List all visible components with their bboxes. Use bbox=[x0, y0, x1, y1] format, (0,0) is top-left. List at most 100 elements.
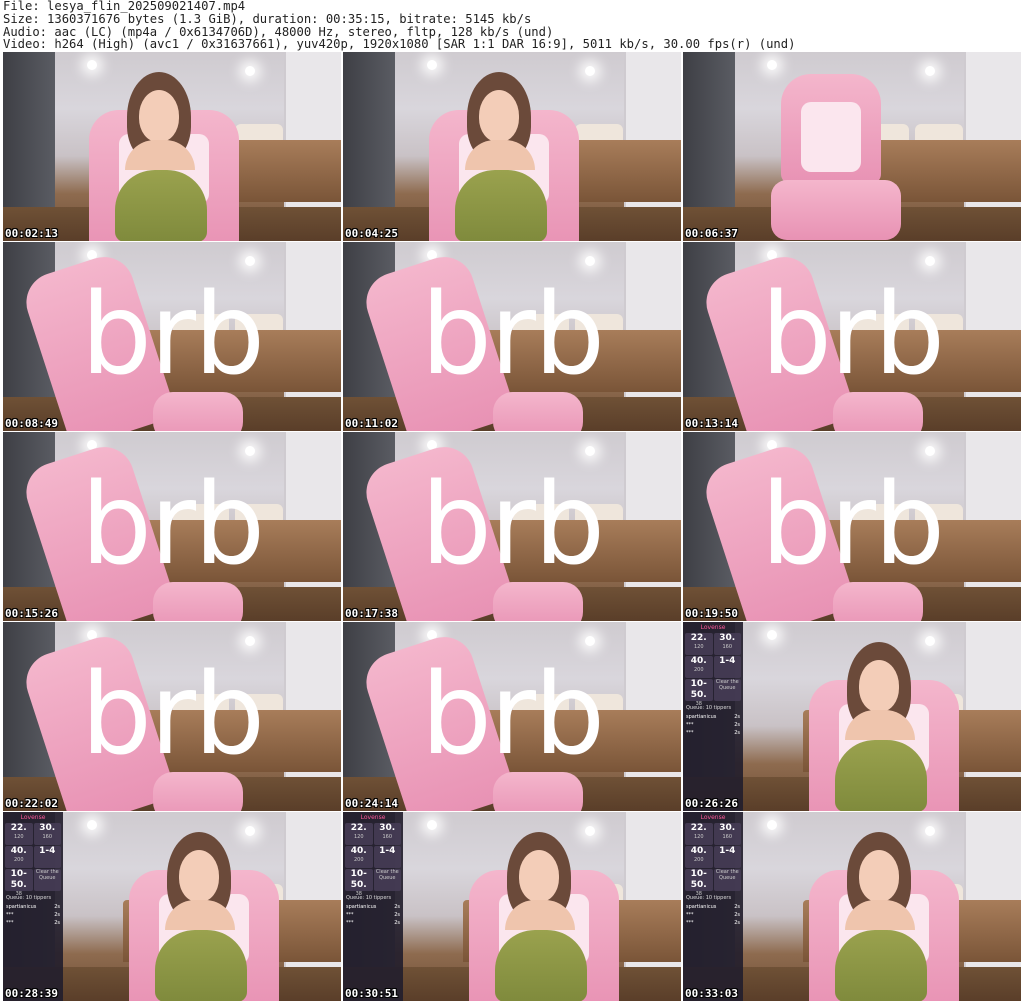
thumbnail-frame: brb 00:13:14 bbox=[683, 242, 1021, 431]
thumbnail-frame: Lovense 22. 120 30. 160 40. 200 1-4 10-50. 38 Clea… bbox=[683, 622, 1021, 811]
face bbox=[519, 850, 559, 902]
lamp-icon bbox=[767, 820, 777, 830]
thumbnail-frame: brb 00:24:14 bbox=[343, 622, 681, 811]
gaming-chair bbox=[781, 74, 881, 184]
lamp-icon bbox=[245, 636, 255, 646]
tip-menu-panel: Lovense 22. 120 30. 160 40. 200 1-4 10-50. 38 Clea… bbox=[3, 812, 63, 1001]
tip-level-cell: 22. 120 bbox=[685, 633, 713, 655]
tip-menu-panel: Lovense 22. 120 30. 160 40. 200 1-4 10-50. 38 Clea… bbox=[683, 812, 743, 1001]
tip-menu-panel: Lovense 22. 120 30. 160 40. 200 1-4 10-50. 38 Clea… bbox=[683, 622, 743, 811]
tip-level-cell: Clear the Queue bbox=[713, 679, 741, 701]
timestamp-label: 00:06:37 bbox=[685, 227, 738, 240]
tip-level-cell: 1-4 bbox=[373, 846, 401, 868]
thumbnail-frame: brb 00:11:02 bbox=[343, 242, 681, 431]
brb-overlay-text: brb bbox=[420, 460, 605, 590]
tip-level-cell: 1-4 bbox=[713, 656, 741, 678]
timestamp-label: 00:22:02 bbox=[5, 797, 58, 810]
queue-label: Queue: 10 tippers bbox=[6, 895, 52, 901]
tip-level-cell: 40. 200 bbox=[685, 846, 713, 868]
tip-level-cell: 1-4 bbox=[713, 846, 741, 868]
green-top bbox=[115, 170, 207, 241]
tip-level-cell: 1-4 bbox=[33, 846, 61, 868]
chair-seat bbox=[771, 180, 901, 240]
thumbnail-frame: Lovense 22. 120 30. 160 40. 200 1-4 10-50. 38 Clea… bbox=[683, 812, 1021, 1001]
lamp-icon bbox=[767, 630, 777, 640]
thumbnail-frame: 00:04:25 bbox=[343, 52, 681, 241]
lamp-icon bbox=[245, 826, 255, 836]
lamp-icon bbox=[585, 446, 595, 456]
panel-title: Lovense bbox=[20, 814, 46, 821]
timestamp-label: 00:19:50 bbox=[685, 607, 738, 620]
file-info-header: File: lesya_flin_202509021407.mp4 Size: … bbox=[3, 0, 1021, 52]
queue-row: spartianicus 2s bbox=[6, 904, 60, 910]
lamp-icon bbox=[585, 636, 595, 646]
lamp-icon bbox=[427, 820, 437, 830]
lamp-icon bbox=[585, 66, 595, 76]
lamp-icon bbox=[245, 446, 255, 456]
queue-row: spartianicus 2s bbox=[686, 714, 740, 720]
face bbox=[859, 660, 899, 712]
green-top bbox=[835, 740, 927, 811]
tip-level-cell: 40. 200 bbox=[5, 846, 33, 868]
green-top bbox=[455, 170, 547, 241]
tip-level-cell: 10-50. 38 bbox=[5, 869, 33, 897]
brb-overlay-text: brb bbox=[80, 650, 265, 780]
tip-level-cell: 40. 200 bbox=[685, 656, 713, 678]
lamp-icon bbox=[87, 820, 97, 830]
lamp-icon bbox=[585, 826, 595, 836]
brb-overlay-text: brb bbox=[760, 460, 945, 590]
brb-overlay-text: brb bbox=[420, 270, 605, 400]
brb-overlay-text: brb bbox=[80, 270, 265, 400]
tip-level-cell: 10-50. 38 bbox=[685, 679, 713, 707]
tip-level-cell: Clear the Queue bbox=[713, 869, 741, 891]
queue-row: *** 2s bbox=[686, 912, 740, 918]
timestamp-label: 00:13:14 bbox=[685, 417, 738, 430]
thumbnail-frame: Lovense 22. 120 30. 160 40. 200 1-4 10-50. 38 Clea… bbox=[343, 812, 681, 1001]
tip-level-cell: 30. 160 bbox=[373, 823, 401, 845]
tip-level-cell: 10-50. 38 bbox=[685, 869, 713, 897]
queue-label: Queue: 10 tippers bbox=[346, 895, 392, 901]
lamp-icon bbox=[585, 256, 595, 266]
green-top bbox=[835, 930, 927, 1001]
panel-title: Lovense bbox=[360, 814, 386, 821]
tip-level-cell: 22. 120 bbox=[685, 823, 713, 845]
tip-level-cell: Clear the Queue bbox=[373, 869, 401, 891]
panel-title: Lovense bbox=[700, 814, 726, 821]
tip-level-cell: 40. 200 bbox=[345, 846, 373, 868]
brb-overlay-text: brb bbox=[760, 270, 945, 400]
thumbnail-frame: brb 00:22:02 bbox=[3, 622, 341, 811]
thumbnail-frame: brb 00:08:49 bbox=[3, 242, 341, 431]
file-name-line: File: lesya_flin_202509021407.mp4 bbox=[3, 0, 246, 13]
queue-row: spartianicus 2s bbox=[346, 904, 400, 910]
queue-row: *** 2s bbox=[6, 920, 60, 926]
timestamp-label: 00:26:26 bbox=[685, 797, 738, 810]
thumbnail-frame: 00:02:13 bbox=[3, 52, 341, 241]
brb-overlay-text: brb bbox=[80, 460, 265, 590]
queue-row: *** 2s bbox=[686, 722, 740, 728]
thumbnail-grid: 00:02:13 00:04:25 00:06:37 brb 00:08:49 brb 00… bbox=[3, 52, 1021, 1002]
timestamp-label: 00:24:14 bbox=[345, 797, 398, 810]
tip-level-cell: 30. 160 bbox=[713, 823, 741, 845]
tip-level-cell: Clear the Queue bbox=[33, 869, 61, 891]
lamp-icon bbox=[925, 66, 935, 76]
timestamp-label: 00:08:49 bbox=[5, 417, 58, 430]
timestamp-label: 00:30:51 bbox=[345, 987, 398, 1000]
green-top bbox=[495, 930, 587, 1001]
timestamp-label: 00:02:13 bbox=[5, 227, 58, 240]
tip-level-cell: 10-50. 38 bbox=[345, 869, 373, 897]
lamp-icon bbox=[245, 66, 255, 76]
tip-level-cell: 30. 160 bbox=[713, 633, 741, 655]
lamp-icon bbox=[767, 60, 777, 70]
lamp-icon bbox=[87, 60, 97, 70]
brb-overlay-text: brb bbox=[420, 650, 605, 780]
queue-row: *** 2s bbox=[346, 920, 400, 926]
lamp-icon bbox=[427, 60, 437, 70]
timestamp-label: 00:11:02 bbox=[345, 417, 398, 430]
queue-label: Queue: 10 tippers bbox=[686, 705, 732, 711]
timestamp-label: 00:17:38 bbox=[345, 607, 398, 620]
timestamp-label: 00:15:26 bbox=[5, 607, 58, 620]
green-top bbox=[155, 930, 247, 1001]
lamp-icon bbox=[925, 636, 935, 646]
queue-row: *** 2s bbox=[6, 912, 60, 918]
queue-row: *** 2s bbox=[686, 730, 740, 736]
